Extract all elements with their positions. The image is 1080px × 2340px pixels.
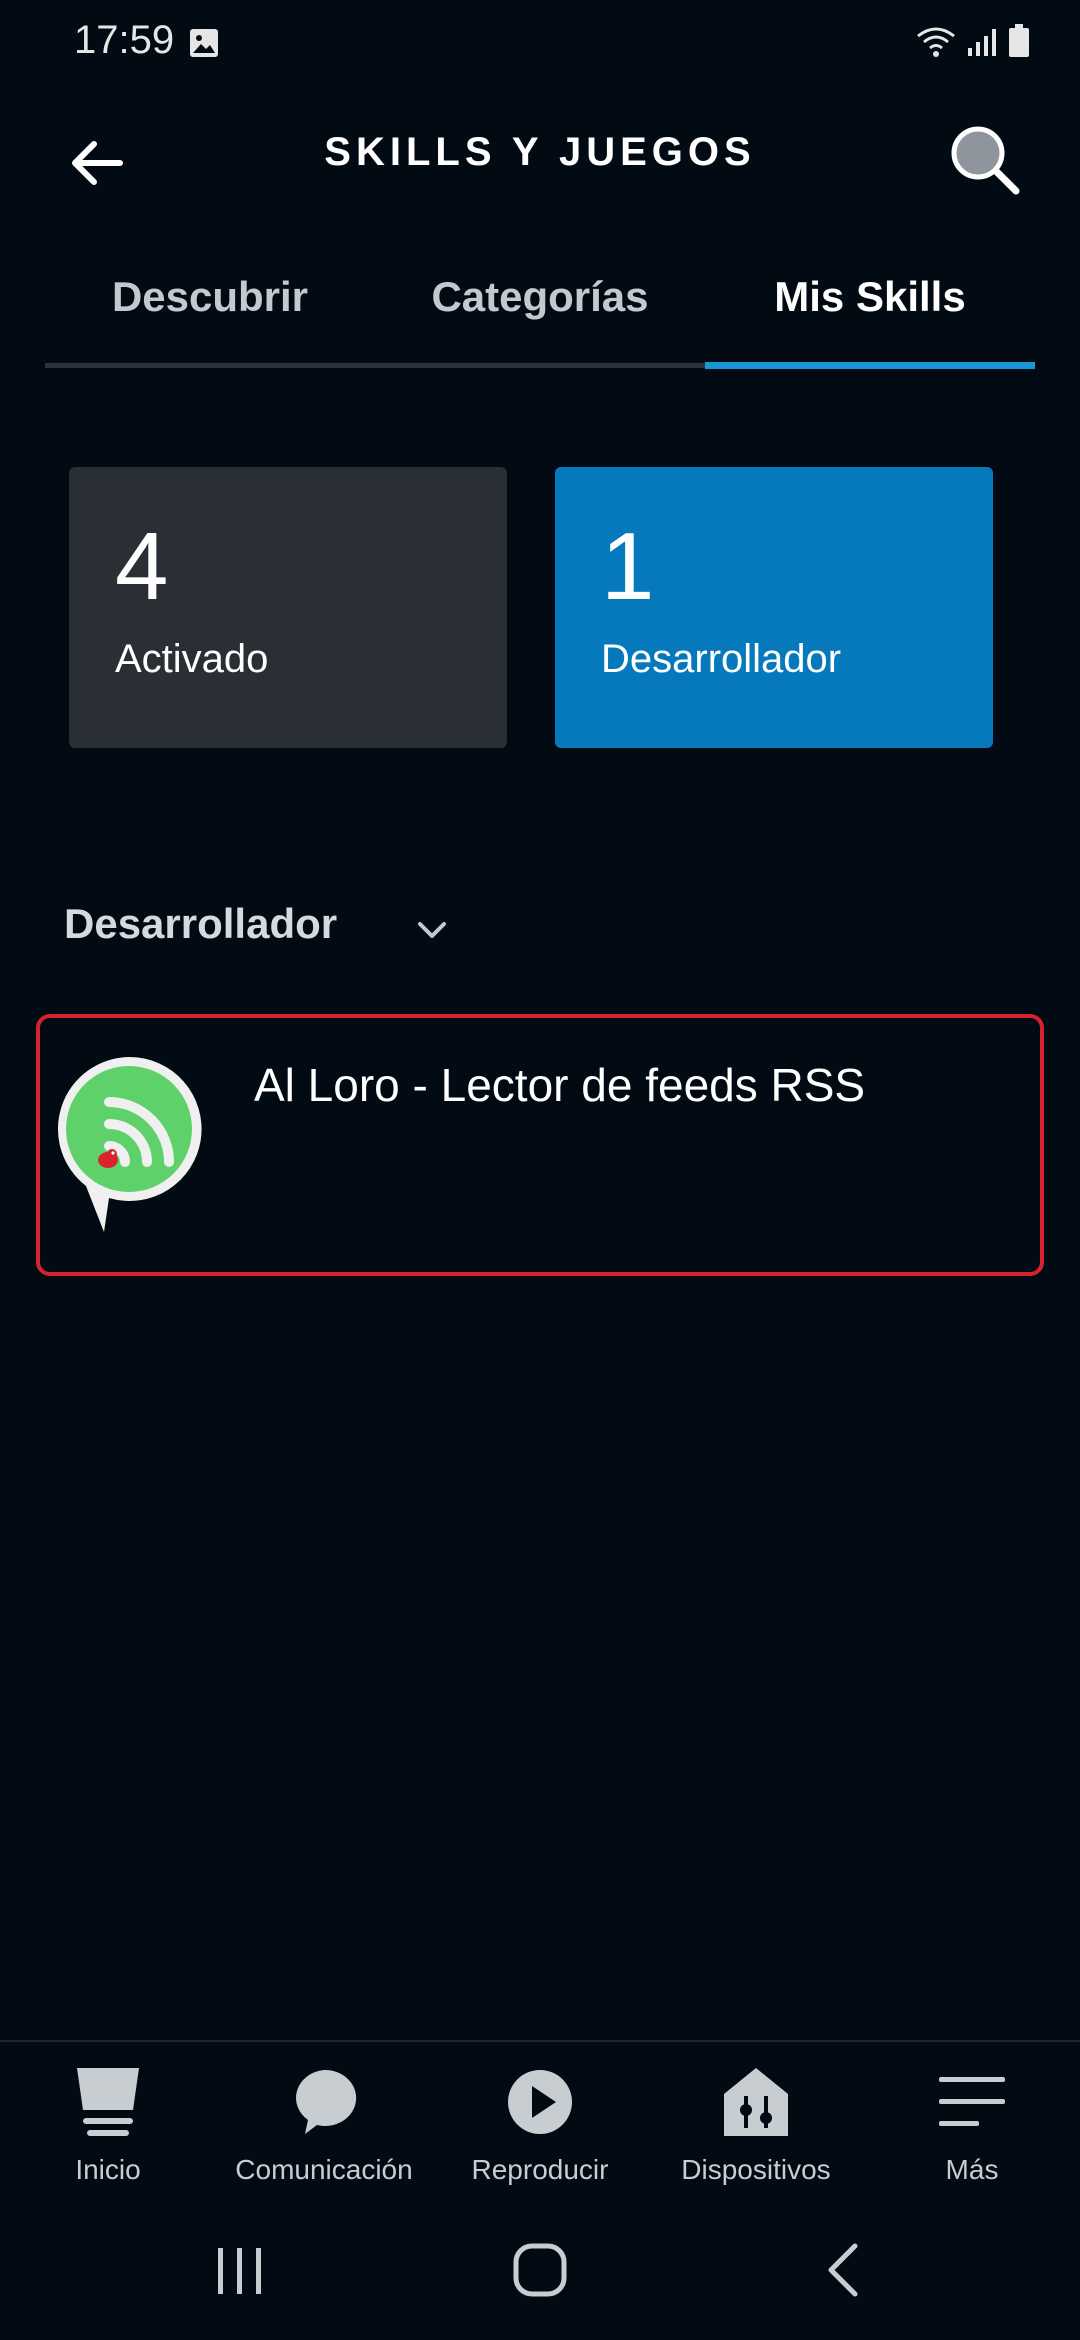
menu-icon [864,2062,1080,2142]
section-dropdown[interactable]: Desarrollador [64,900,446,960]
play-icon [432,2062,648,2142]
home-icon [0,2062,216,2142]
home-button[interactable] [510,2240,570,2305]
status-bar: 17:59 [0,0,1080,90]
chevron-left-icon [828,2243,858,2297]
system-navigation [0,2220,1080,2320]
status-time: 17:59 [74,18,175,62]
nav-mas[interactable]: Más [864,2062,1080,2186]
section-title: Desarrollador [64,900,338,947]
bottom-navigation: Inicio Comunicación Reproducir Dispositi… [0,2040,1080,2202]
wifi-icon [916,26,956,63]
developer-count: 1 [601,513,655,620]
skill-name: Al Loro - Lector de feeds RSS [254,1059,866,1111]
battery-icon [1008,24,1030,63]
devices-icon [648,2062,864,2142]
tab-mis-skills[interactable]: Mis Skills [705,273,1035,321]
tab-descubrir[interactable]: Descubrir [45,273,375,321]
nav-label-inicio: Inicio [75,2154,141,2185]
tab-bar: Descubrir Categorías Mis Skills [45,255,1035,370]
search-icon [951,126,1020,195]
home-circle-icon [513,2243,567,2297]
chat-bubble-icon [216,2062,432,2142]
active-tab-indicator [705,362,1035,369]
rss-parrot-icon [54,1054,204,1241]
chevron-down-icon [412,910,452,955]
developer-skills-card[interactable]: 1 Desarrollador [555,467,993,748]
nav-comunicacion[interactable]: Comunicación [216,2062,432,2186]
nav-label-reproducir: Reproducir [471,2154,609,2185]
app-header: SKILLS Y JUEGOS [0,110,1080,200]
nav-label-dispositivos: Dispositivos [681,2154,831,2185]
signal-icon [966,26,998,63]
nav-reproducir[interactable]: Reproducir [432,2062,648,2186]
search-button[interactable] [945,120,1025,200]
enabled-skills-card[interactable]: 4 Activado [69,467,507,748]
nav-label-comunicacion: Comunicación [235,2154,413,2185]
nav-label-mas: Más [945,2154,999,2185]
enabled-count: 4 [115,513,169,620]
skill-list-item[interactable]: Al Loro - Lector de feeds RSS [36,1014,1044,1276]
page-title: SKILLS Y JUEGOS [324,130,756,174]
system-back-button[interactable] [815,2240,875,2305]
recents-icon [218,2248,261,2294]
developer-label: Desarrollador [601,637,842,681]
image-notification-icon [188,27,220,64]
nav-dispositivos[interactable]: Dispositivos [648,2062,864,2186]
enabled-label: Activado [115,637,269,681]
tab-categorias[interactable]: Categorías [375,273,705,321]
recents-button[interactable] [210,2240,270,2305]
status-icons [916,24,1030,63]
nav-inicio[interactable]: Inicio [0,2062,216,2186]
